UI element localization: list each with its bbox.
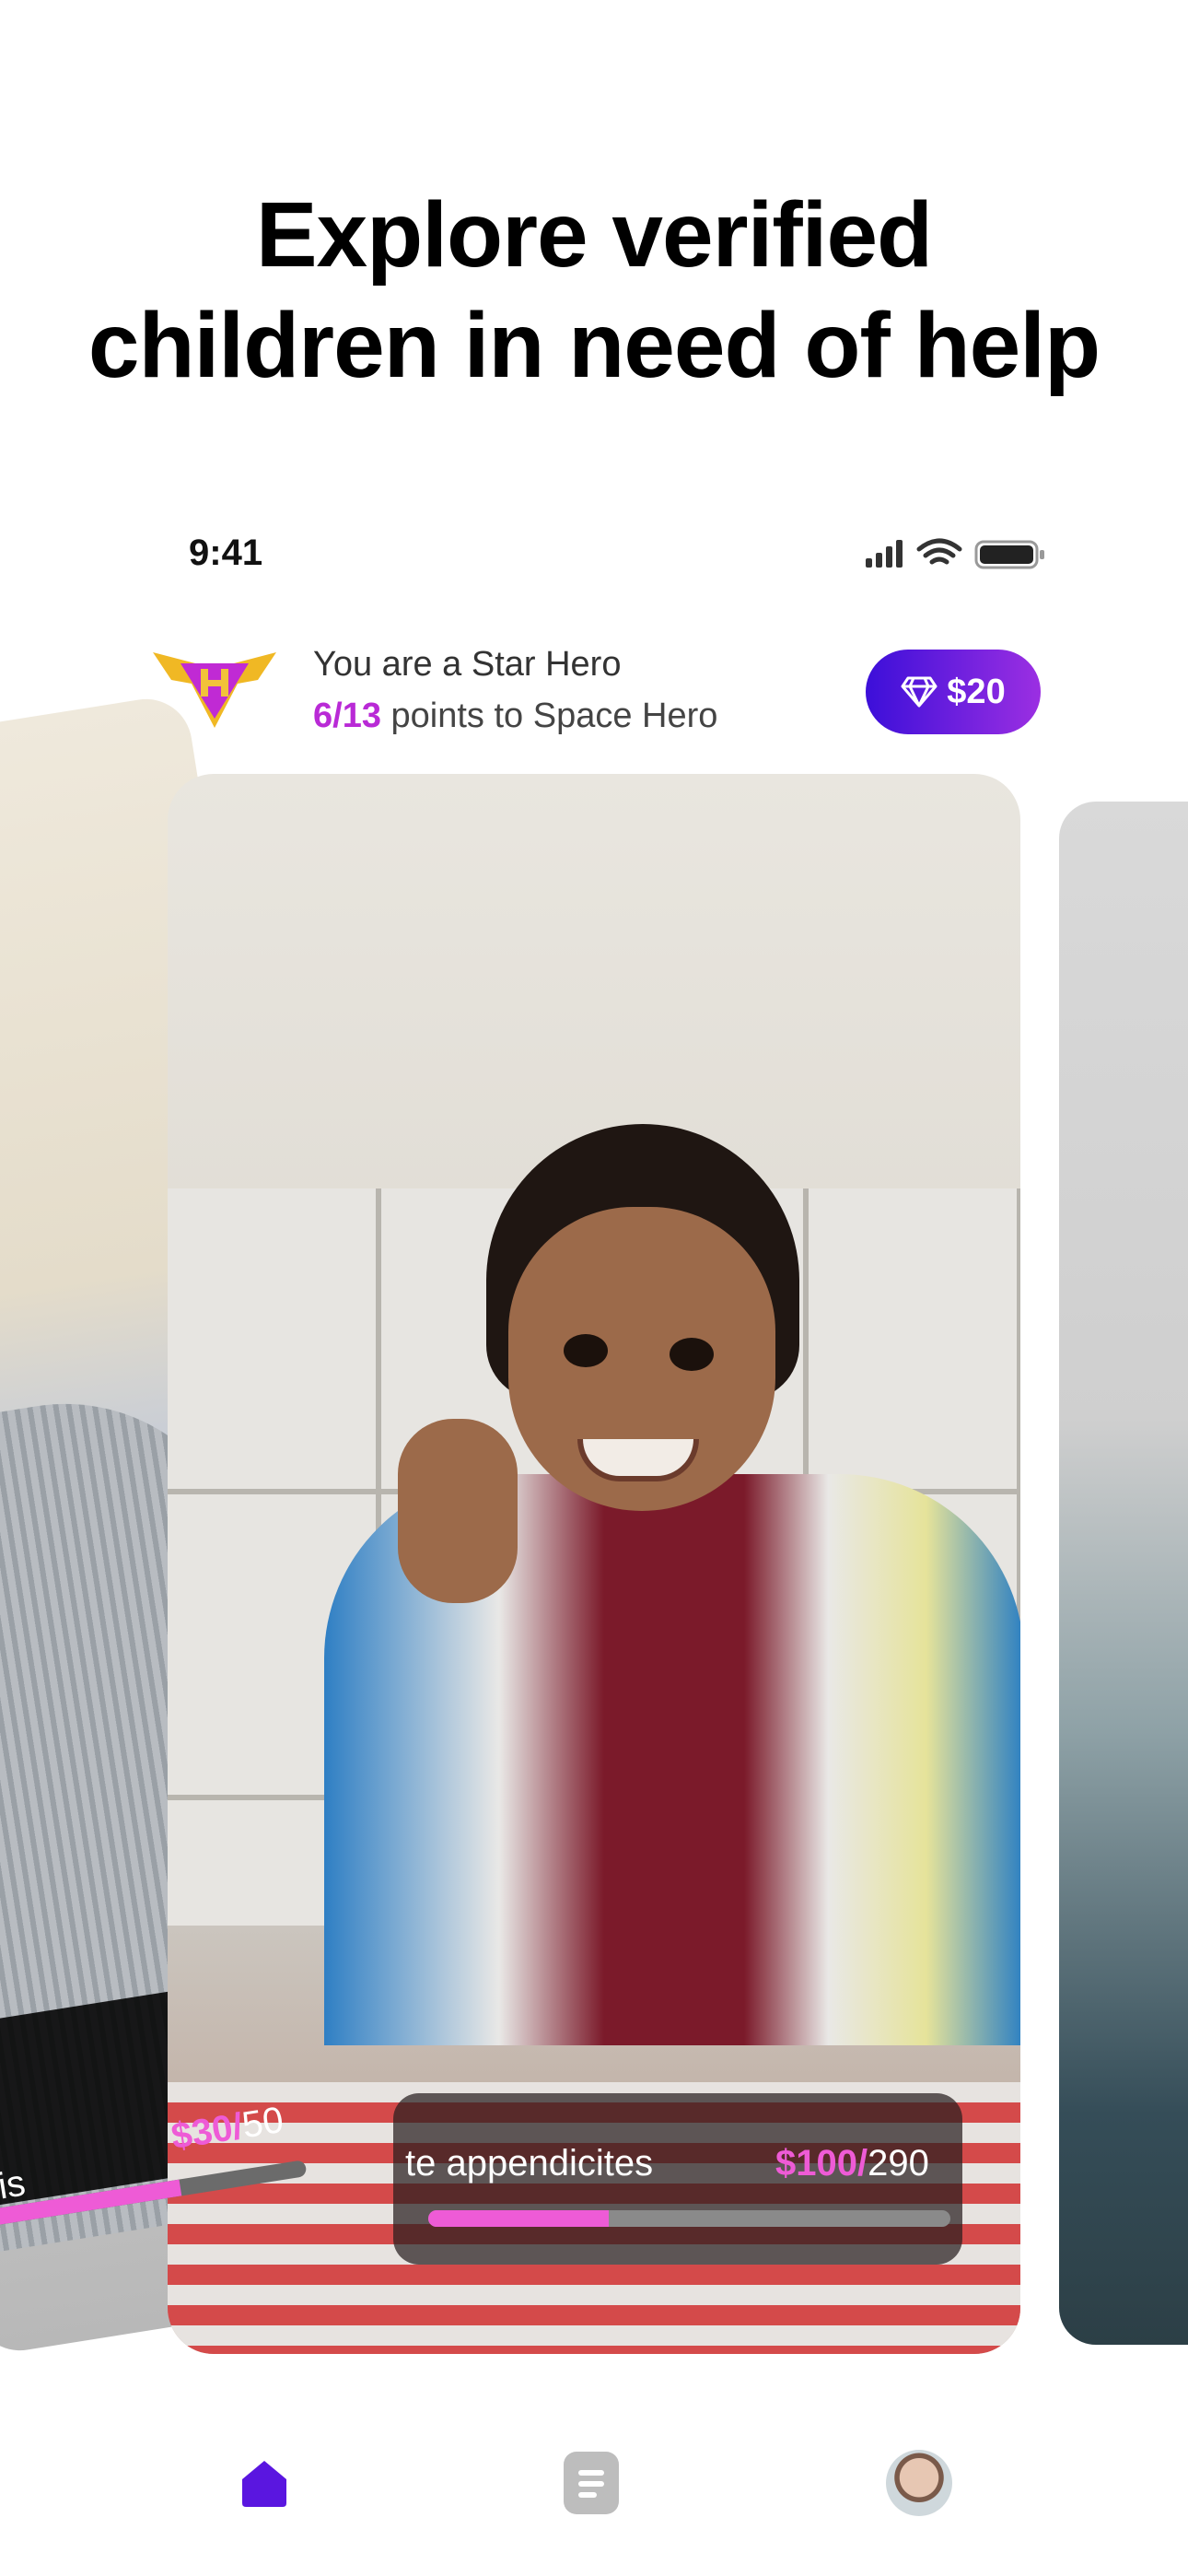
child-photo-eye: [670, 1338, 714, 1371]
donation-progress-fill-current: [428, 2210, 609, 2227]
donation-goal-current: 290: [868, 2143, 929, 2184]
wallet-balance-button[interactable]: $20: [866, 650, 1041, 734]
wifi-icon: [916, 538, 962, 565]
nav-home-button[interactable]: [227, 2446, 301, 2520]
diamond-icon: [901, 676, 938, 708]
donation-amount-current: $100/290: [775, 2143, 929, 2184]
donation-progress-current: [428, 2210, 950, 2227]
donation-raised-current: $100/: [775, 2143, 868, 2184]
status-bar-icons: [866, 538, 1044, 569]
home-icon: [242, 2461, 286, 2507]
screenshot-headline: Explore verified children in need of hel…: [0, 180, 1188, 401]
wallet-balance-amount: $20: [947, 672, 1006, 711]
hero-points-progress: 6/13 points to Space Hero: [313, 697, 717, 736]
child-card-current[interactable]: [168, 774, 1020, 2354]
points-progress-suffix: points to Space Hero: [380, 697, 718, 735]
headline-line-1: Explore verified: [255, 183, 933, 287]
child-photo-hand: [398, 1419, 518, 1603]
profile-avatar: [886, 2450, 952, 2516]
child-photo-eye: [564, 1334, 608, 1367]
battery-icon: [974, 540, 1044, 569]
donation-title-current: te appendicites: [405, 2143, 654, 2184]
hero-rank-text: You are a Star Hero: [313, 645, 622, 684]
nav-profile-button[interactable]: [882, 2446, 956, 2520]
child-card-next[interactable]: [1059, 802, 1188, 2345]
status-bar-time: 9:41: [189, 533, 263, 573]
headline-line-2: children in need of help: [87, 294, 1101, 397]
points-progress-value: 6/13: [313, 697, 381, 735]
signal-icon: [866, 540, 903, 568]
donation-goal-previous: 50: [239, 2099, 286, 2147]
nav-list-button[interactable]: [554, 2446, 628, 2520]
document-list-icon: [564, 2452, 619, 2514]
